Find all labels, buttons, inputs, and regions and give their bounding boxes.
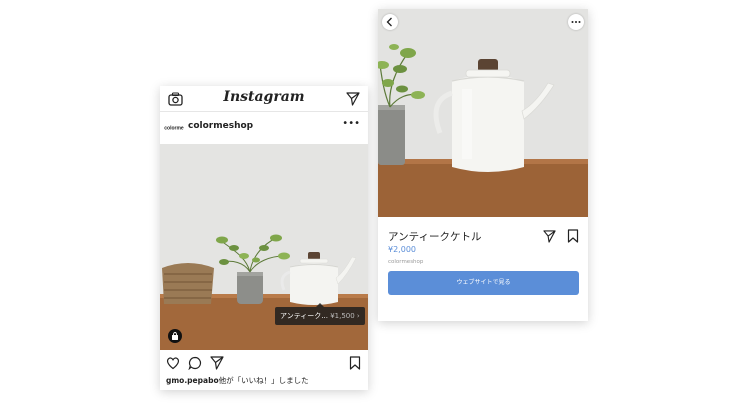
- post-username[interactable]: colormeshop: [188, 121, 253, 131]
- tag-price: ¥1,500 ›: [330, 312, 360, 320]
- more-options-icon[interactable]: •••: [342, 118, 360, 129]
- post-actions: [160, 354, 368, 374]
- direct-send-icon[interactable]: [346, 92, 360, 106]
- product-shop[interactable]: colormeshop: [388, 259, 423, 265]
- tag-product-name: アンティーク...: [280, 312, 328, 320]
- likes-text: gmo.pepabo他が「いいね！」しました: [166, 375, 309, 386]
- app-header: Instagram: [160, 86, 368, 112]
- avatar-text: colorme: [164, 126, 184, 132]
- product-price: ¥2,000: [388, 245, 416, 254]
- more-button[interactable]: [568, 14, 584, 30]
- product-name: アンティークケトル: [388, 231, 482, 243]
- bookmark-icon[interactable]: [567, 229, 579, 243]
- product-photo: [378, 9, 588, 217]
- product-detail-screen: アンティークケトル ¥2,000 colormeshop ウェブサイトで見る: [378, 9, 588, 321]
- back-button[interactable]: [382, 14, 398, 30]
- product-tag[interactable]: アンティーク... ¥1,500 ›: [275, 303, 365, 325]
- view-website-button[interactable]: ウェブサイトで見る: [388, 271, 579, 295]
- share-icon[interactable]: [210, 356, 224, 370]
- comment-icon[interactable]: [188, 356, 202, 370]
- avatar[interactable]: colorme: [163, 120, 185, 134]
- heart-icon[interactable]: [166, 356, 180, 370]
- post-photo[interactable]: アンティーク... ¥1,500 ›: [160, 144, 368, 350]
- feed-screen: Instagram colorme colormeshop ••• アンティーク…: [160, 86, 368, 390]
- bookmark-icon[interactable]: [348, 356, 362, 370]
- promo-stage: Instagram colorme colormeshop ••• アンティーク…: [0, 0, 750, 405]
- app-wordmark: Instagram: [223, 89, 305, 105]
- share-icon[interactable]: [543, 230, 556, 243]
- likes-suffix: 他が「いいね！」しました: [218, 376, 309, 385]
- likes-user[interactable]: gmo.pepabo: [166, 376, 219, 385]
- shopping-bag-icon[interactable]: [168, 329, 182, 343]
- kettle-closeup-image: [378, 9, 588, 217]
- post-header: colorme colormeshop •••: [160, 112, 368, 142]
- chevron-left-icon: [386, 17, 392, 27]
- more-dots-icon: [571, 21, 581, 23]
